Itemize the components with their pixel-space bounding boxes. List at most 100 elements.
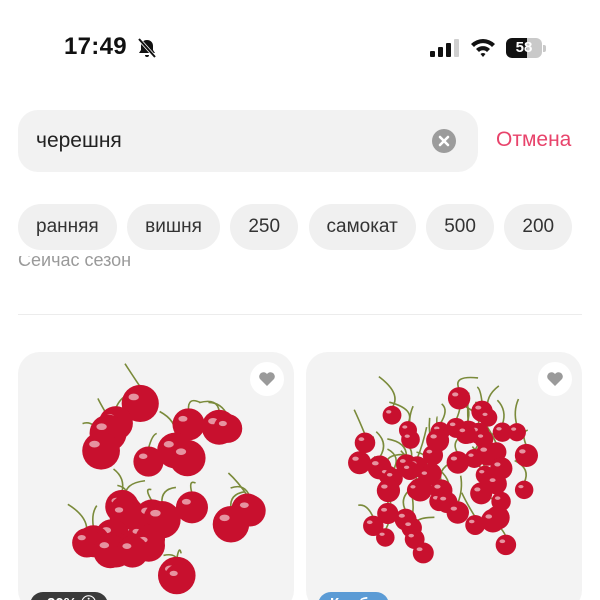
cherry-highlight: [122, 543, 132, 549]
cherry-highlight: [416, 547, 423, 552]
cherry: [175, 491, 208, 524]
cherry: [514, 443, 539, 468]
cherry-stem: [476, 386, 483, 403]
cancel-button[interactable]: Отмена: [496, 128, 571, 152]
cherry-highlight: [421, 471, 428, 475]
cherry-highlight: [405, 522, 411, 527]
cherry-highlight: [239, 502, 249, 509]
cherry-highlight: [352, 456, 359, 461]
cherry-highlight: [218, 420, 227, 427]
cherry: [455, 423, 477, 445]
cherry-highlight: [450, 506, 457, 511]
cherry-stem: [496, 399, 505, 425]
cherry: [514, 480, 534, 500]
cherry-highlight: [518, 484, 524, 489]
cherry-highlight: [477, 434, 484, 438]
cherry: [446, 501, 469, 524]
clear-circle-icon[interactable]: [432, 129, 456, 153]
heart-icon[interactable]: [538, 362, 572, 396]
cherry-highlight: [440, 496, 447, 501]
cherry-highlight: [138, 453, 148, 459]
cherry-stem: [457, 475, 463, 504]
cherry-highlight: [77, 534, 86, 541]
cherry-highlight: [434, 484, 441, 489]
cherry-highlight: [494, 496, 501, 500]
cherry-highlight: [163, 441, 174, 448]
cherry-highlight: [482, 412, 488, 417]
cherry-highlight: [474, 487, 481, 492]
cherry-stem: [67, 503, 88, 531]
cherry: [348, 451, 372, 475]
cherry-stem: [375, 431, 385, 458]
cherry-highlight: [219, 514, 230, 522]
cherry-highlight: [150, 509, 161, 517]
cherry-highlight: [169, 570, 178, 576]
cherry: [382, 405, 402, 425]
chip-samokat[interactable]: самокат: [308, 204, 416, 250]
product-card[interactable]: Комбо: [306, 352, 582, 600]
cherry-highlight: [450, 456, 458, 461]
cherry: [470, 482, 493, 505]
cherry: [446, 451, 470, 474]
chip-ranniaia[interactable]: ранняя: [18, 204, 117, 250]
cherry-highlight: [96, 423, 107, 431]
discount-badge: -20% ⓘ: [30, 592, 109, 600]
chip-250[interactable]: 250: [230, 204, 299, 250]
search-input[interactable]: [36, 110, 416, 172]
cherry-highlight: [449, 422, 456, 427]
cherry-highlight: [386, 472, 393, 477]
combo-badge: Комбо: [318, 592, 390, 600]
cherry: [82, 431, 120, 470]
chip-500[interactable]: 500: [426, 204, 494, 250]
cherry: [481, 508, 505, 533]
cherry: [447, 387, 471, 410]
cherry-stem: [514, 398, 520, 426]
cherry-highlight: [386, 410, 392, 414]
cherry: [116, 535, 149, 568]
cherry-stem: [147, 432, 158, 449]
cherry-stem: [161, 486, 177, 504]
section-title-text: Сейчас сезон: [18, 256, 132, 270]
cherry-highlight: [489, 478, 496, 483]
cherry-highlight: [381, 507, 388, 512]
status-bar: 17:49 58: [0, 0, 600, 96]
cherry-stem: [439, 403, 446, 425]
cherry-highlight: [452, 392, 459, 397]
cherry: [412, 542, 434, 564]
cherry-stem: [91, 505, 98, 528]
section-title: Сейчас сезон: [18, 256, 318, 274]
battery-body: 58: [506, 38, 542, 58]
chip-vishnia[interactable]: вишня: [127, 204, 220, 250]
cherry: [507, 423, 526, 442]
status-time: 17:49: [64, 33, 127, 60]
battery-cap: [543, 45, 546, 52]
cherry-highlight: [89, 440, 100, 448]
cherry: [400, 461, 420, 481]
search-bar[interactable]: [18, 110, 478, 172]
cherry: [213, 414, 243, 443]
cherry-highlight: [175, 448, 187, 455]
cherry: [465, 515, 486, 535]
cherry-highlight: [480, 447, 488, 452]
divider: [18, 314, 582, 315]
battery-level: 58: [515, 39, 533, 56]
product-card[interactable]: -20% ⓘ: [18, 352, 294, 600]
cherry: [169, 439, 206, 477]
cherry-highlight: [410, 485, 416, 489]
cellular-signal-icon: [429, 38, 459, 58]
cherry-highlight: [430, 434, 437, 439]
cherry-highlight: [403, 465, 410, 470]
cherry-highlight: [479, 469, 485, 474]
heart-icon[interactable]: [250, 362, 284, 396]
battery-indicator: 58: [506, 38, 546, 58]
chip-200[interactable]: 200: [504, 204, 573, 250]
cherry-highlight: [511, 427, 517, 431]
cherry-highlight: [468, 519, 475, 524]
cherry-highlight: [402, 425, 408, 429]
cherry: [401, 430, 420, 449]
cherry-stem: [124, 363, 141, 388]
cherry-highlight: [426, 449, 433, 454]
cherry-highlight: [358, 437, 365, 441]
cherry-highlight: [371, 461, 379, 466]
cherry-highlight: [459, 428, 466, 433]
